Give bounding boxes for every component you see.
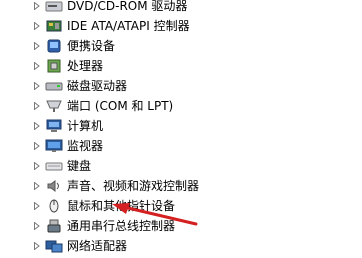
ide-controller-icon bbox=[45, 18, 63, 34]
tree-item-label: IDE ATA/ATAPI 控制器 bbox=[67, 19, 190, 33]
tree-item-processors[interactable]: 处理器 bbox=[32, 56, 352, 76]
tree-item-keyboards[interactable]: 键盘 bbox=[32, 156, 352, 176]
dvd-drive-icon bbox=[45, 0, 63, 14]
expand-arrow-icon[interactable] bbox=[32, 161, 42, 171]
expand-arrow-icon[interactable] bbox=[32, 101, 42, 111]
monitor-icon bbox=[45, 138, 63, 154]
tree-item-usb-controllers[interactable]: 通用串行总线控制器 bbox=[32, 216, 352, 236]
expand-arrow-icon[interactable] bbox=[32, 121, 42, 131]
expand-arrow-icon[interactable] bbox=[32, 1, 42, 11]
expand-arrow-icon[interactable] bbox=[32, 41, 42, 51]
tree-item-label: 网络适配器 bbox=[67, 239, 128, 253]
tree-item-dvd-cd-rom[interactable]: DVD/CD-ROM 驱动器 bbox=[32, 0, 352, 16]
mouse-icon bbox=[45, 198, 63, 214]
tree-item-label: 磁盘驱动器 bbox=[67, 79, 128, 93]
expand-arrow-icon[interactable] bbox=[32, 81, 42, 91]
tree-item-label: 计算机 bbox=[67, 119, 104, 133]
tree-item-label: 监视器 bbox=[67, 139, 104, 153]
tree-item-sound-video-game[interactable]: 声音、视频和游戏控制器 bbox=[32, 176, 352, 196]
expand-arrow-icon[interactable] bbox=[32, 201, 42, 211]
expand-arrow-icon[interactable] bbox=[32, 181, 42, 191]
tree-item-label: 端口 (COM 和 LPT) bbox=[67, 99, 174, 113]
network-adapter-icon bbox=[45, 238, 63, 254]
portable-device-icon bbox=[45, 38, 63, 54]
expand-arrow-icon[interactable] bbox=[32, 241, 42, 251]
port-icon bbox=[45, 98, 63, 114]
processor-icon bbox=[45, 58, 63, 74]
expand-arrow-icon[interactable] bbox=[32, 221, 42, 231]
device-tree: DVD/CD-ROM 驱动器 IDE ATA/ATAPI 控制器 便携设备 处理… bbox=[0, 0, 362, 258]
expand-arrow-icon[interactable] bbox=[32, 141, 42, 151]
computer-icon bbox=[45, 118, 63, 134]
tree-item-label: 处理器 bbox=[67, 59, 104, 73]
tree-item-label: DVD/CD-ROM 驱动器 bbox=[67, 0, 188, 13]
tree-item-computer[interactable]: 计算机 bbox=[32, 116, 352, 136]
expand-arrow-icon[interactable] bbox=[32, 61, 42, 71]
tree-item-ide-controller[interactable]: IDE ATA/ATAPI 控制器 bbox=[32, 16, 352, 36]
expand-arrow-icon[interactable] bbox=[32, 21, 42, 31]
tree-item-portable-devices[interactable]: 便携设备 bbox=[32, 36, 352, 56]
tree-item-label: 便携设备 bbox=[67, 39, 116, 53]
tree-item-network-adapters[interactable]: 网络适配器 bbox=[32, 236, 352, 256]
usb-icon bbox=[45, 218, 63, 234]
tree-item-monitors[interactable]: 监视器 bbox=[32, 136, 352, 156]
tree-item-label: 鼠标和其他指针设备 bbox=[67, 199, 176, 213]
tree-item-disk-drives[interactable]: 磁盘驱动器 bbox=[32, 76, 352, 96]
tree-item-ports[interactable]: 端口 (COM 和 LPT) bbox=[32, 96, 352, 116]
sound-icon bbox=[45, 178, 63, 194]
keyboard-icon bbox=[45, 158, 63, 174]
tree-item-mice[interactable]: 鼠标和其他指针设备 bbox=[32, 196, 352, 216]
tree-item-label: 声音、视频和游戏控制器 bbox=[67, 179, 200, 193]
disk-drive-icon bbox=[45, 78, 63, 94]
tree-item-label: 键盘 bbox=[67, 159, 92, 173]
tree-item-label: 通用串行总线控制器 bbox=[67, 219, 176, 233]
